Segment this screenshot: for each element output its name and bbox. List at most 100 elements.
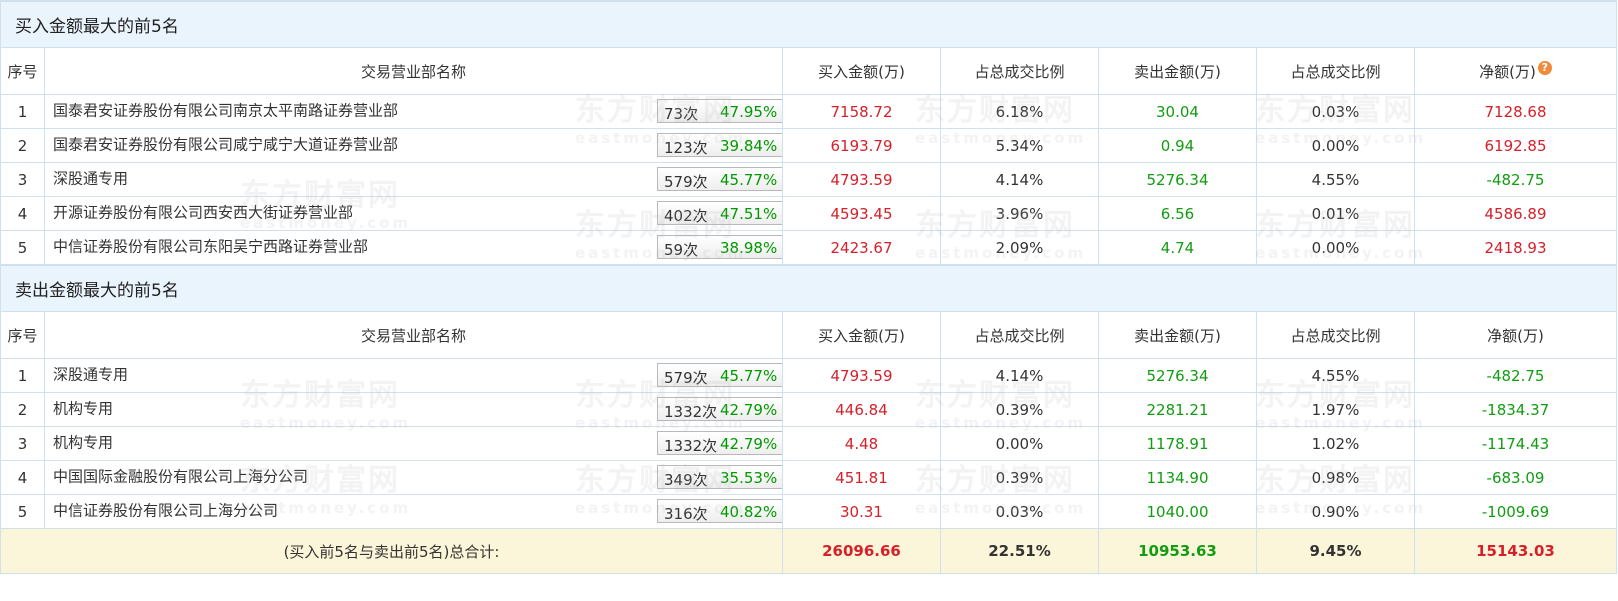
buy-ratio: 5.34% [940, 128, 1099, 163]
listing-count: 73次 [664, 105, 699, 123]
broker-stats-button[interactable]: 402次 47.51% [657, 201, 782, 225]
success-rate: 35.53% [720, 469, 778, 487]
sell-ratio: 0.00% [1256, 230, 1415, 266]
col-seq-header: 序号 [0, 47, 45, 95]
total-label: (买入前5名与卖出前5名)总合计: [0, 528, 783, 574]
broker-cell: 中信证券股份有限公司东阳吴宁西路证券营业部 59次 38.98% [44, 230, 783, 266]
col-seq-header: 序号 [0, 311, 45, 359]
broker-stats-button[interactable]: 579次 45.77% [657, 167, 782, 191]
broker-name-link[interactable]: 中信证券股份有限公司东阳吴宁西路证券营业部 [53, 235, 368, 256]
buy-ratio: 4.14% [940, 358, 1099, 393]
buy-ratio: 0.39% [940, 460, 1099, 495]
seq-cell: 3 [0, 162, 45, 197]
broker-name-link[interactable]: 中国国际金融股份有限公司上海分公司 [53, 465, 308, 486]
sell-amount: 4.74 [1098, 230, 1257, 266]
broker-cell: 机构专用 1332次 42.79% [44, 426, 783, 461]
lhb-table-wrapper: 买入金额最大的前5名 序号 交易营业部名称 买入金额(万) 占总成交比例 卖出金… [0, 0, 1617, 574]
total-row: (买入前5名与卖出前5名)总合计: 26096.66 22.51% 10953.… [0, 528, 1617, 574]
net-amount: 4586.89 [1414, 196, 1617, 231]
col-sell-header: 卖出金额(万) [1098, 311, 1257, 359]
sell-amount: 30.04 [1098, 94, 1257, 129]
sell-amount: 5276.34 [1098, 162, 1257, 197]
broker-name-link[interactable]: 开源证券股份有限公司西安西大街证券营业部 [53, 201, 353, 222]
broker-stats-button[interactable]: 1332次 42.79% [657, 397, 782, 421]
broker-name-link[interactable]: 国泰君安证券股份有限公司南京太平南路证券营业部 [53, 99, 398, 120]
success-rate: 42.79% [720, 435, 778, 453]
table-row: 5 中信证券股份有限公司东阳吴宁西路证券营业部 59次 38.98% 2423.67 2.… [0, 230, 1617, 266]
sell-ratio: 0.90% [1256, 494, 1415, 529]
seq-cell: 1 [0, 94, 45, 129]
seq-cell: 5 [0, 494, 45, 529]
net-amount: -1174.43 [1414, 426, 1617, 461]
broker-stats-button[interactable]: 579次45.77%? [657, 363, 782, 387]
listing-count: 1332次 [664, 437, 718, 455]
sell-ratio: 4.55% [1256, 162, 1415, 197]
net-header-label: 净额(万) [1479, 62, 1536, 81]
buy-amount: 4.48 [782, 426, 941, 461]
net-amount: 6192.85 [1414, 128, 1617, 163]
sell-ratio: 0.98% [1256, 460, 1415, 495]
buy-amount: 6193.79 [782, 128, 941, 163]
broker-name-link[interactable]: 机构专用 [53, 397, 113, 418]
broker-stats-button[interactable]: 1332次 42.79% [657, 431, 782, 455]
buy-amount: 7158.72 [782, 94, 941, 129]
buy-amount: 4793.59 [782, 162, 941, 197]
net-amount: 2418.93 [1414, 230, 1617, 266]
buy-amount: 2423.67 [782, 230, 941, 266]
sell-ratio: 0.03% [1256, 94, 1415, 129]
sell-ratio: 0.01% [1256, 196, 1415, 231]
broker-stats-button[interactable]: 73次47.95%? [657, 99, 782, 123]
buy-amount: 4793.59 [782, 358, 941, 393]
sell-amount: 0.94 [1098, 128, 1257, 163]
table-row: 1国泰君安证券股份有限公司南京太平南路证券营业部73次47.95%?7158.7… [0, 94, 1617, 129]
seq-cell: 2 [0, 392, 45, 427]
broker-name-link[interactable]: 机构专用 [53, 431, 113, 452]
sell-ratio: 1.97% [1256, 392, 1415, 427]
net-amount: -683.09 [1414, 460, 1617, 495]
success-rate: 38.98% [720, 239, 778, 257]
total-buy-ratio: 22.51% [940, 528, 1099, 574]
buy-header-row: 序号 交易营业部名称 买入金额(万) 占总成交比例 卖出金额(万) 占总成交比例… [0, 47, 1617, 95]
success-rate: 45.77% [720, 171, 778, 189]
broker-cell: 深股通专用 579次45.77%? [44, 358, 783, 393]
broker-name-link[interactable]: 中信证券股份有限公司上海分公司 [53, 499, 278, 520]
sell-amount: 2281.21 [1098, 392, 1257, 427]
net-amount: 7128.68 [1414, 94, 1617, 129]
col-sell-header: 卖出金额(万) [1098, 47, 1257, 95]
success-rate: 40.82% [720, 503, 778, 521]
buy-amount: 30.31 [782, 494, 941, 529]
seq-cell: 1 [0, 358, 45, 393]
total-sell: 10953.63 [1098, 528, 1257, 574]
seq-cell: 3 [0, 426, 45, 461]
success-rate: 39.84% [720, 137, 778, 155]
sell-section-title: 卖出金额最大的前5名 [0, 264, 1617, 312]
help-question-icon[interactable]: ? [1537, 60, 1552, 75]
broker-stats-button[interactable]: 123次 39.84% [657, 133, 782, 157]
buy-section-title: 买入金额最大的前5名 [0, 0, 1617, 48]
sell-header-row: 序号 交易营业部名称 买入金额(万) 占总成交比例 卖出金额(万) 占总成交比例… [0, 311, 1617, 359]
sell-amount: 1134.90 [1098, 460, 1257, 495]
broker-stats-button[interactable]: 349次 35.53% [657, 465, 782, 489]
buy-ratio: 6.18% [940, 94, 1099, 129]
broker-name-link[interactable]: 国泰君安证券股份有限公司咸宁咸宁大道证券营业部 [53, 133, 398, 154]
broker-cell: 开源证券股份有限公司西安西大街证券营业部 402次 47.51% [44, 196, 783, 231]
table-row: 3 深股通专用 579次 45.77% 4793.59 4.14% 5276.34 4.55%… [0, 162, 1617, 197]
broker-stats-button[interactable]: 59次 38.98% [657, 235, 782, 259]
col-net-header: 净额(万)? [1414, 47, 1617, 95]
buy-ratio: 4.14% [940, 162, 1099, 197]
listing-count: 316次 [664, 505, 708, 523]
table-row: 1深股通专用579次45.77%?4793.594.14%5276.344.55… [0, 358, 1617, 393]
col-name-header: 交易营业部名称 [44, 47, 783, 95]
col-buy-header: 买入金额(万) [782, 47, 941, 95]
success-rate: 47.95% [720, 103, 778, 121]
listing-count: 402次 [664, 207, 708, 225]
listing-count: 579次 [664, 369, 708, 387]
table-row: 2 机构专用 1332次 42.79% 446.84 0.39% 2281.21 1.97% -… [0, 392, 1617, 427]
table-row: 4 开源证券股份有限公司西安西大街证券营业部 402次 47.51% 4593.45 3.… [0, 196, 1617, 231]
sell-amount: 5276.34 [1098, 358, 1257, 393]
broker-name-link[interactable]: 深股通专用 [53, 363, 128, 384]
broker-name-link[interactable]: 深股通专用 [53, 167, 128, 188]
seq-cell: 5 [0, 230, 45, 266]
total-buy: 26096.66 [782, 528, 941, 574]
broker-stats-button[interactable]: 316次 40.82% [657, 499, 782, 523]
